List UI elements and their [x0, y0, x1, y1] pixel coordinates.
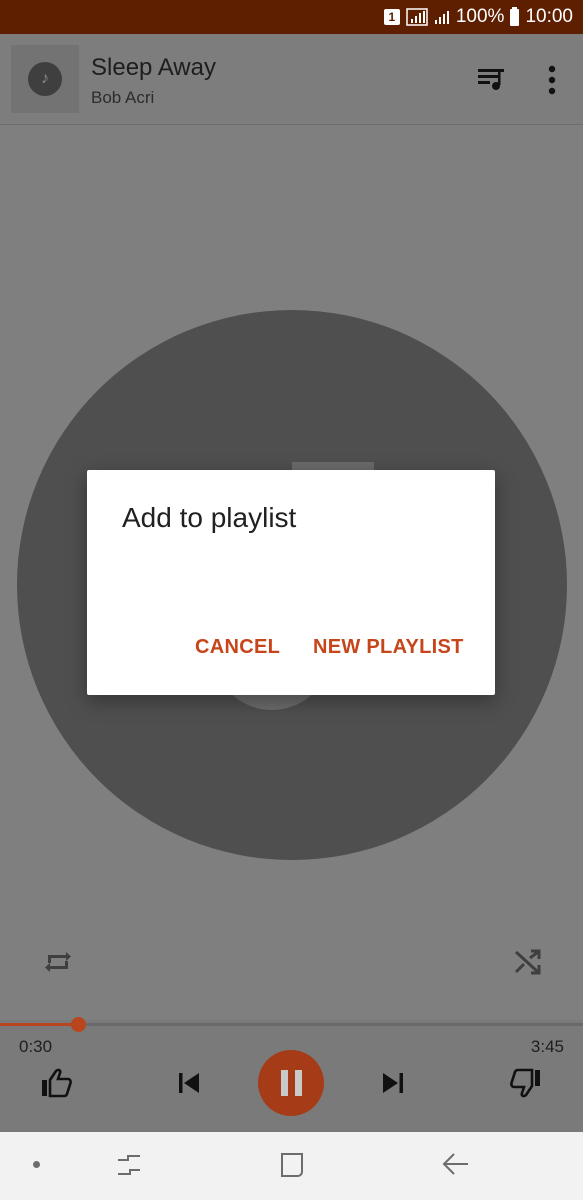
- dialog-title: Add to playlist: [122, 502, 297, 533]
- seek-bar-fill: [0, 1023, 78, 1026]
- nav-dot-icon[interactable]: [33, 1161, 40, 1168]
- song-title: Sleep Away: [91, 54, 216, 81]
- recents-icon[interactable]: [114, 1150, 144, 1180]
- system-nav-bar: [0, 1132, 583, 1200]
- music-player-screen: 1 100% 10:00 ♪ Sleep Away Bob Acri 0:30 …: [0, 0, 583, 1200]
- seek-bar[interactable]: [0, 1017, 583, 1032]
- current-time: 0:30: [19, 1037, 53, 1056]
- pause-button[interactable]: [258, 1050, 324, 1116]
- status-bar: 1 100% 10:00: [0, 0, 583, 34]
- new-playlist-button[interactable]: NEW PLAYLIST: [305, 630, 472, 665]
- pause-icon-bar: [294, 1070, 302, 1096]
- cancel-button[interactable]: CANCEL: [187, 630, 288, 665]
- battery-percent: 100%: [455, 6, 505, 27]
- thumb-up-icon[interactable]: [40, 1068, 74, 1098]
- sim-icon: 1: [383, 9, 400, 25]
- shuffle-icon[interactable]: [512, 946, 544, 978]
- now-playing-bar: ♪ Sleep Away Bob Acri: [0, 34, 583, 125]
- signal-icon: [406, 8, 428, 26]
- battery-icon: [510, 6, 520, 26]
- song-artist: Bob Acri: [91, 88, 155, 107]
- add-to-playlist-dialog: Add to playlist CANCEL NEW PLAYLIST: [87, 470, 495, 695]
- player-controls: 0:30 3:45: [0, 1017, 583, 1132]
- skip-previous-icon[interactable]: [176, 1070, 202, 1096]
- skip-next-icon[interactable]: [380, 1070, 406, 1096]
- queue-music-icon[interactable]: [476, 64, 506, 94]
- thumb-down-icon[interactable]: [508, 1068, 542, 1098]
- repeat-icon[interactable]: [42, 946, 74, 978]
- music-note-icon: ♪: [28, 62, 62, 96]
- signal-strength-icon: [434, 9, 450, 25]
- pause-icon: [280, 1070, 288, 1096]
- total-time: 3:45: [530, 1037, 564, 1056]
- clock: 10:00: [525, 6, 573, 27]
- back-icon[interactable]: [440, 1150, 470, 1180]
- more-vert-icon[interactable]: [538, 64, 566, 96]
- seek-bar-thumb[interactable]: [70, 1017, 86, 1032]
- home-icon[interactable]: [278, 1150, 306, 1180]
- album-thumbnail[interactable]: ♪: [11, 45, 79, 113]
